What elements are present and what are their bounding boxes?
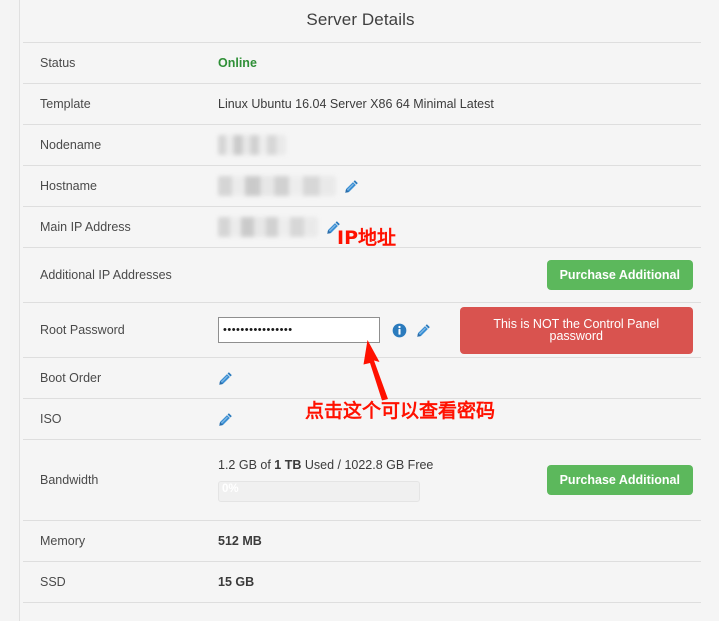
row-label-hostname: Hostname	[23, 165, 218, 207]
server-details-panel: Server Details Status Online Template Li…	[19, 0, 719, 621]
row-value-iso	[218, 398, 701, 440]
row-label-template: Template	[23, 83, 218, 125]
row-label-additional-ip: Additional IP Addresses	[23, 247, 218, 303]
table-row: Hostname	[23, 165, 701, 207]
row-value-boot-order	[218, 357, 701, 399]
bandwidth-progress-label: 0%	[222, 483, 239, 495]
table-row: Boot Order	[23, 357, 701, 399]
pencil-icon[interactable]	[218, 371, 233, 386]
purchase-additional-bandwidth-button[interactable]: Purchase Additional	[546, 464, 693, 496]
row-value-status: Online	[218, 42, 701, 84]
row-action-additional-ip: Purchase Additional	[459, 247, 701, 303]
row-value-template: Linux Ubuntu 16.04 Server X86 64 Minimal…	[218, 83, 701, 125]
pencil-icon[interactable]	[344, 179, 359, 194]
bandwidth-usage-prefix: 1.2 GB of	[218, 458, 275, 472]
bandwidth-progress-bar: 0%	[218, 481, 420, 502]
table-row: Template Linux Ubuntu 16.04 Server X86 6…	[23, 83, 701, 125]
row-value-memory: 512 MB	[218, 520, 701, 562]
bandwidth-usage-text: 1.2 GB of 1 TB Used / 1022.8 GB Free	[218, 458, 460, 472]
row-action-bandwidth: Purchase Additional	[459, 439, 701, 521]
table-row: Nodename	[23, 124, 701, 166]
redacted-hostname	[218, 176, 336, 196]
table-row: Bandwidth 1.2 GB of 1 TB Used / 1022.8 G…	[23, 439, 701, 521]
pencil-icon[interactable]	[326, 220, 341, 235]
row-value-main-ip	[218, 206, 701, 248]
row-label-main-ip: Main IP Address	[23, 206, 218, 248]
row-value-ssd: 15 GB	[218, 561, 701, 603]
bandwidth-usage-suffix: Used / 1022.8 GB Free	[301, 458, 434, 472]
page-title: Server Details	[306, 10, 415, 29]
table-row: SSD 15 GB	[23, 561, 701, 603]
row-label-memory: Memory	[23, 520, 218, 562]
table-row: Main IP Address	[23, 206, 701, 248]
status-badge: Online	[218, 56, 257, 70]
info-circle-icon[interactable]	[392, 323, 407, 338]
row-label-root-password: Root Password	[23, 302, 218, 358]
row-label-iso: ISO	[23, 398, 218, 440]
row-value-bandwidth: 1.2 GB of 1 TB Used / 1022.8 GB Free 0%	[218, 439, 460, 521]
purchase-additional-ip-button[interactable]: Purchase Additional	[546, 259, 693, 291]
pencil-icon[interactable]	[416, 323, 431, 338]
redacted-main-ip	[218, 217, 318, 237]
row-value-root-password	[218, 302, 460, 358]
table-row: Root Password •••••••••••••••• This is N…	[23, 302, 701, 358]
row-label-status: Status	[23, 42, 218, 84]
row-value-nodename	[218, 124, 701, 166]
control-panel-password-warning-button[interactable]: This is NOT the Control Panel password	[459, 306, 693, 354]
row-action-root-password: This is NOT the Control Panel password	[459, 302, 701, 358]
row-value-hostname	[218, 165, 701, 207]
root-password-input[interactable]	[218, 317, 380, 343]
table-row: Additional IP Addresses Purchase Additio…	[23, 247, 701, 303]
row-value-additional-ip	[218, 247, 460, 303]
row-label-bandwidth: Bandwidth	[23, 439, 218, 521]
server-details-table: Status Online Template Linux Ubuntu 16.0…	[23, 42, 701, 603]
redacted-nodename	[218, 135, 286, 155]
table-row: Memory 512 MB	[23, 520, 701, 562]
row-label-nodename: Nodename	[23, 124, 218, 166]
table-bottom-border-row	[23, 602, 701, 603]
row-label-ssd: SSD	[23, 561, 218, 603]
table-row: ISO	[23, 398, 701, 440]
bandwidth-usage-total: 1 TB	[274, 458, 302, 472]
pencil-icon[interactable]	[218, 412, 233, 427]
row-label-boot-order: Boot Order	[23, 357, 218, 399]
table-row: Status Online	[23, 42, 701, 84]
